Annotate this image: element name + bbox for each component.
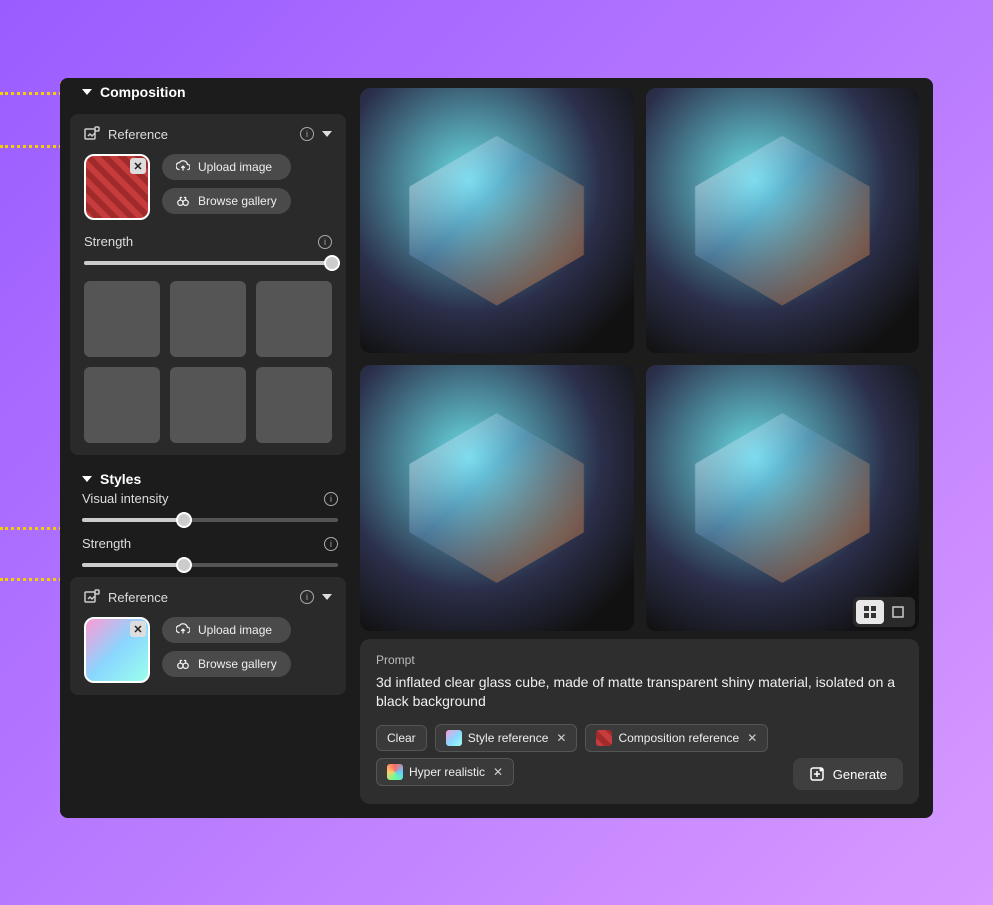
prompt-text[interactable]: 3d inflated clear glass cube, made of ma… bbox=[376, 673, 903, 712]
visual-intensity-label: Visual intensity bbox=[82, 491, 168, 506]
browse-gallery-button[interactable]: Browse gallery bbox=[162, 188, 291, 214]
generated-image-grid bbox=[360, 88, 919, 631]
upload-image-button[interactable]: Upload image bbox=[162, 154, 291, 180]
styles-title: Styles bbox=[100, 471, 141, 487]
single-view-button[interactable] bbox=[884, 600, 912, 624]
chevron-down-icon[interactable] bbox=[322, 594, 332, 600]
generated-image[interactable] bbox=[646, 365, 920, 630]
reference-icon bbox=[84, 589, 100, 605]
gallery-thumb[interactable] bbox=[84, 367, 160, 443]
generate-icon bbox=[809, 766, 825, 782]
tag-swatch-icon bbox=[387, 764, 403, 780]
composition-reference-tag[interactable]: Composition reference ✕ bbox=[585, 724, 768, 752]
reference-icon bbox=[84, 126, 100, 142]
info-icon[interactable]: i bbox=[300, 590, 314, 604]
styles-reference-header[interactable]: Reference i bbox=[84, 589, 332, 605]
info-icon[interactable]: i bbox=[324, 492, 338, 506]
remove-reference-button[interactable]: ✕ bbox=[130, 621, 146, 637]
close-icon[interactable]: ✕ bbox=[556, 731, 566, 745]
info-icon[interactable]: i bbox=[318, 235, 332, 249]
styles-reference-panel: Reference i ✕ Upload image bbox=[70, 577, 346, 695]
upload-icon bbox=[176, 160, 190, 174]
prompt-label: Prompt bbox=[376, 653, 903, 667]
binoculars-icon bbox=[176, 194, 190, 208]
info-icon[interactable]: i bbox=[324, 537, 338, 551]
generated-image[interactable] bbox=[360, 365, 634, 630]
sidebar: Composition Reference i ✕ bbox=[60, 78, 356, 818]
gallery-thumb[interactable] bbox=[170, 367, 246, 443]
composition-panel: Reference i ✕ Upload image bbox=[70, 114, 346, 455]
prompt-panel: Prompt 3d inflated clear glass cube, mad… bbox=[360, 639, 919, 804]
reference-label: Reference bbox=[108, 590, 168, 605]
example-gallery bbox=[84, 281, 332, 443]
generated-image[interactable] bbox=[646, 88, 920, 353]
close-icon[interactable]: ✕ bbox=[493, 765, 503, 779]
generated-image[interactable] bbox=[360, 88, 634, 353]
binoculars-icon bbox=[176, 657, 190, 671]
chevron-down-icon bbox=[82, 476, 92, 482]
gallery-thumb[interactable] bbox=[256, 367, 332, 443]
reference-header[interactable]: Reference i bbox=[84, 126, 332, 142]
composition-strength-slider[interactable] bbox=[84, 261, 332, 265]
style-reference-tag[interactable]: Style reference ✕ bbox=[435, 724, 578, 752]
hyper-realistic-tag[interactable]: Hyper realistic ✕ bbox=[376, 758, 514, 786]
main-area: Prompt 3d inflated clear glass cube, mad… bbox=[356, 78, 933, 818]
slider-knob[interactable] bbox=[176, 557, 192, 573]
grid-view-button[interactable] bbox=[856, 600, 884, 624]
info-icon[interactable]: i bbox=[300, 127, 314, 141]
app-window: Composition Reference i ✕ bbox=[60, 78, 933, 818]
composition-title: Composition bbox=[100, 84, 186, 100]
tag-swatch-icon bbox=[596, 730, 612, 746]
view-toggle bbox=[853, 597, 915, 627]
styles-strength-label: Strength bbox=[82, 536, 131, 551]
clear-tag[interactable]: Clear bbox=[376, 725, 427, 751]
styles-header[interactable]: Styles bbox=[82, 471, 338, 487]
browse-gallery-button[interactable]: Browse gallery bbox=[162, 651, 291, 677]
slider-knob[interactable] bbox=[324, 255, 340, 271]
strength-label: Strength bbox=[84, 234, 133, 249]
styles-strength-slider[interactable] bbox=[82, 563, 338, 567]
gallery-thumb[interactable] bbox=[170, 281, 246, 357]
remove-reference-button[interactable]: ✕ bbox=[130, 158, 146, 174]
generate-button[interactable]: Generate bbox=[793, 758, 903, 790]
style-reference-thumbnail[interactable]: ✕ bbox=[84, 617, 150, 683]
composition-header[interactable]: Composition bbox=[82, 84, 338, 100]
upload-icon bbox=[176, 623, 190, 637]
composition-reference-thumbnail[interactable]: ✕ bbox=[84, 154, 150, 220]
gallery-thumb[interactable] bbox=[84, 281, 160, 357]
chevron-down-icon bbox=[82, 89, 92, 95]
gallery-thumb[interactable] bbox=[256, 281, 332, 357]
slider-knob[interactable] bbox=[176, 512, 192, 528]
close-icon[interactable]: ✕ bbox=[747, 731, 757, 745]
upload-image-button[interactable]: Upload image bbox=[162, 617, 291, 643]
reference-label: Reference bbox=[108, 127, 168, 142]
visual-intensity-slider[interactable] bbox=[82, 518, 338, 522]
tag-swatch-icon bbox=[446, 730, 462, 746]
chevron-down-icon[interactable] bbox=[322, 131, 332, 137]
